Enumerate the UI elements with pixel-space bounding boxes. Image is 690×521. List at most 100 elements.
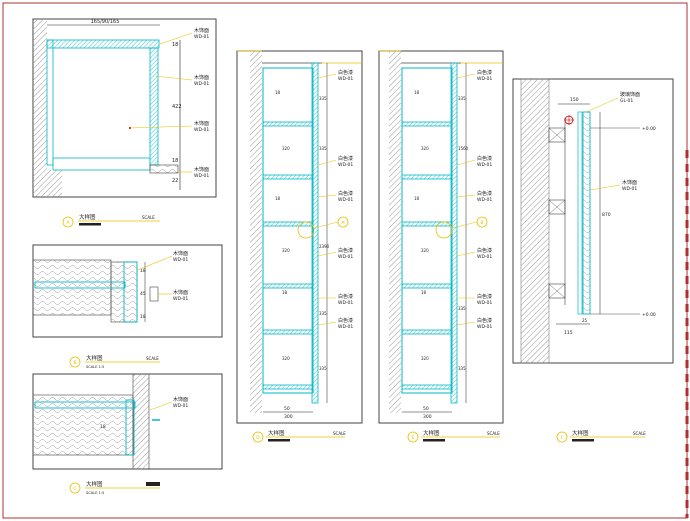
detail-c-title: 大样图: [86, 480, 103, 488]
svg-text:18: 18: [282, 290, 288, 295]
section-f-panel: [582, 111, 591, 315]
section-f-scale: SCALE: [633, 431, 646, 436]
detail-a-side-dim-2: 422: [172, 104, 182, 110]
svg-text:18: 18: [275, 90, 281, 95]
svg-text:335: 335: [458, 306, 466, 311]
elevation-2: 18 320 18 320 18 320 335 1560 335 335 50…: [378, 50, 504, 424]
detail-a-wall: [33, 19, 47, 197]
svg-text:WD-01: WD-01: [477, 76, 492, 82]
svg-text:WD-01: WD-01: [622, 186, 637, 192]
svg-text:木饰面: 木饰面: [622, 179, 637, 186]
svg-text:335: 335: [458, 96, 466, 101]
svg-text:D: D: [256, 435, 260, 441]
svg-text:335: 335: [458, 366, 466, 371]
elevation-1-notes: 白色漆 WD-01 白色漆 WD-01 白色漆 WD-01 白色漆 WD-01 …: [317, 69, 353, 330]
svg-text:玻璃饰面: 玻璃饰面: [620, 91, 640, 98]
detail-b: 18 45 18 木饰面 WD-01 木饰面 WD-01: [32, 244, 223, 338]
svg-text:WD-01: WD-01: [173, 403, 188, 409]
elevation-1-right-dims: 335 335 2390 335 335: [319, 96, 330, 371]
svg-text:WD-01: WD-01: [194, 127, 209, 133]
svg-text:335: 335: [319, 96, 327, 101]
svg-text:白色漆: 白色漆: [477, 69, 492, 76]
svg-text:木饰面: 木饰面: [173, 396, 188, 403]
section-f-bottom-dim-2: 25: [582, 318, 588, 323]
detail-a-top-dim: 165/90/165: [91, 19, 120, 25]
svg-text:C: C: [73, 486, 76, 492]
elevation-2-notes: 白色漆 WD-01 白色漆 WD-01 白色漆 WD-01 白色漆 WD-01 …: [456, 69, 492, 330]
elevation-1-callout: A: [297, 216, 349, 239]
section-f-title: 大样图: [572, 429, 589, 437]
svg-text:木饰面: 木饰面: [194, 120, 209, 127]
detail-a-side-dim-3: 18: [172, 158, 178, 164]
drawing-sheet: 165/90/165 18 422 18 22 木饰面 WD-01 木饰面 WD…: [2, 2, 689, 519]
svg-text:320: 320: [282, 248, 290, 253]
detail-c-dim-1: 18: [100, 424, 106, 430]
svg-text:白色漆: 白色漆: [338, 190, 353, 197]
elevation-2-bottom-dim-1: 50: [423, 406, 429, 412]
detail-a-scale: SCALE: [142, 215, 155, 220]
detail-a-left-panel: [46, 39, 54, 166]
svg-text:18: 18: [421, 290, 427, 295]
section-f-label: F 大样图 SCALE: [556, 429, 646, 443]
section-f-note-1: 玻璃饰面 GL-01: [585, 91, 640, 113]
elevation-2-cabinet: [401, 67, 453, 394]
detail-a-note-4: 木饰面 WD-01: [178, 166, 209, 179]
detail-a-wall-bottom: [47, 170, 62, 197]
detail-c: 18 木饰面 WD-01: [32, 373, 223, 470]
svg-text:18: 18: [414, 196, 420, 201]
svg-text:WD-01: WD-01: [194, 81, 209, 87]
svg-text:18: 18: [275, 196, 281, 201]
svg-text:白色漆: 白色漆: [477, 293, 492, 300]
svg-text:WD-01: WD-01: [338, 162, 353, 168]
svg-text:白色漆: 白色漆: [477, 247, 492, 254]
svg-text:GL-01: GL-01: [620, 98, 633, 104]
detail-a-side-dim-4: 22: [172, 178, 178, 184]
svg-text:E: E: [412, 435, 415, 441]
elevation-1: 18 320 18 320 18 320 335 335 2390 335 33…: [236, 50, 363, 424]
detail-a-note-3: 木饰面 WD-01: [129, 120, 209, 133]
svg-text:WD-01: WD-01: [338, 254, 353, 260]
detail-c-wood-left: [32, 394, 134, 456]
svg-text:WD-01: WD-01: [173, 257, 188, 263]
svg-text:WD-01: WD-01: [194, 34, 209, 40]
svg-text:A: A: [341, 220, 345, 226]
svg-text:WD-01: WD-01: [194, 173, 209, 179]
svg-text:木饰面: 木饰面: [173, 250, 188, 257]
detail-a-note-2: 木饰面 WD-01: [154, 74, 209, 87]
elevation-1-shelves: [262, 121, 314, 390]
detail-b-fixing: [149, 286, 159, 302]
detail-c-sub: SCALE 1:5: [86, 491, 104, 495]
svg-text:335: 335: [319, 146, 327, 151]
section-f-wall: [520, 78, 550, 364]
svg-text:320: 320: [421, 146, 429, 151]
svg-text:WD-01: WD-01: [477, 324, 492, 330]
svg-text:335: 335: [319, 311, 327, 316]
svg-text:白色漆: 白色漆: [338, 293, 353, 300]
svg-text:白色漆: 白色漆: [338, 69, 353, 76]
detail-c-wall: [132, 373, 150, 470]
section-f: 150 870 115 25 玻璃饰面 GL-01 木饰面 WD-01 +0.0…: [512, 78, 674, 364]
detail-c-note-1: 木饰面 WD-01: [149, 396, 188, 411]
detail-a-top-panel: [46, 39, 160, 49]
detail-a-title: 大样图: [79, 213, 96, 221]
elevation-2-wall: [389, 51, 401, 413]
elevation-2-title: 大样图: [423, 429, 440, 437]
section-f-right-dim: 870: [602, 212, 611, 218]
elevation-1-side: [311, 62, 319, 404]
elevation-2-callout: B: [435, 216, 488, 239]
detail-a: 165/90/165 18 422 18 22 木饰面 WD-01 木饰面 WD…: [32, 18, 217, 198]
elevation-2-label: E 大样图 SCALE: [407, 429, 500, 443]
detail-b-title: 大样图: [86, 354, 103, 362]
svg-text:木饰面: 木饰面: [194, 166, 209, 173]
svg-text:WD-01: WD-01: [338, 197, 353, 203]
detail-a-label: A 大样图 SCALE: [62, 213, 160, 228]
elevation-2-side: [450, 62, 458, 404]
elevation-1-bottom-dim-2: 300: [284, 414, 293, 420]
section-f-glass: [577, 111, 583, 315]
svg-text:+0.00: +0.00: [642, 312, 656, 318]
svg-text:320: 320: [421, 248, 429, 253]
svg-text:+0.00: +0.00: [642, 126, 656, 132]
svg-text:木饰面: 木饰面: [173, 289, 188, 296]
svg-text:白色漆: 白色漆: [477, 155, 492, 162]
svg-text:白色漆: 白色漆: [338, 247, 353, 254]
